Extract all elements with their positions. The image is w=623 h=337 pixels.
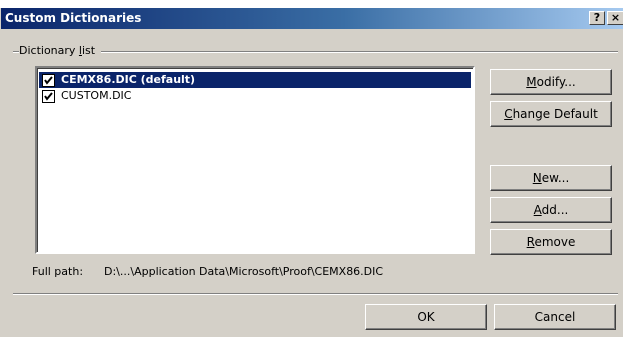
close-icon: ×	[610, 11, 621, 24]
help-button[interactable]: ?	[589, 11, 605, 25]
remove-button[interactable]: Remove	[490, 229, 612, 255]
close-button[interactable]: ×	[607, 11, 623, 25]
modify-button[interactable]: Modify...	[490, 69, 612, 95]
change-default-button[interactable]: Change Default	[490, 101, 612, 127]
full-path-label: Full path:	[32, 265, 84, 278]
ok-button[interactable]: OK	[365, 304, 487, 330]
group-border	[13, 51, 618, 53]
custom-dictionaries-dialog: Custom Dictionaries ? × Dictionary list …	[0, 8, 623, 337]
window-title: Custom Dictionaries	[5, 11, 142, 25]
list-item[interactable]: CEMX86.DIC (default)	[39, 72, 471, 88]
separator	[13, 293, 618, 295]
list-item[interactable]: CUSTOM.DIC	[39, 88, 471, 104]
dictionary-listbox[interactable]: CEMX86.DIC (default) CUSTOM.DIC	[35, 66, 475, 254]
dictionary-checkbox[interactable]	[42, 74, 55, 87]
cancel-button[interactable]: Cancel	[494, 304, 616, 330]
checkmark-icon	[44, 92, 53, 101]
new-button[interactable]: New...	[490, 165, 612, 191]
full-path-value: D:\...\Application Data\Microsoft\Proof\…	[104, 265, 384, 278]
dictionary-checkbox[interactable]	[42, 90, 55, 103]
dictionary-list-label: Dictionary list	[19, 44, 102, 57]
title-bar[interactable]: Custom Dictionaries ? ×	[1, 8, 623, 29]
checkmark-icon	[44, 76, 53, 85]
dictionary-name: CEMX86.DIC (default)	[61, 73, 196, 86]
dictionary-name: CUSTOM.DIC	[61, 89, 132, 102]
help-icon: ?	[593, 11, 601, 24]
add-button[interactable]: Add...	[490, 197, 612, 223]
